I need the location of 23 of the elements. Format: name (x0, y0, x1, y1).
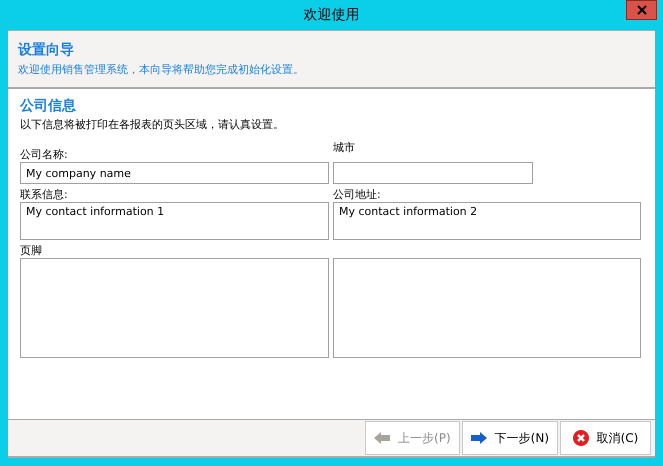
field-label: 城市 (333, 140, 356, 156)
section-title: 公司信息 (20, 97, 77, 115)
contact-field[interactable]: My contact information 1 (20, 202, 329, 240)
field-label: 公司地址: (333, 187, 382, 202)
window-title: 欢迎使用 (304, 6, 360, 24)
field-label: 公司名称: (20, 147, 69, 162)
footer-field[interactable] (333, 258, 641, 358)
city-field[interactable] (333, 162, 533, 184)
field-label: 联系信息: (20, 187, 69, 202)
next-button[interactable]: 下一步(N) (462, 421, 558, 455)
section-description: 以下信息将被打印在各报表的页头区域，请认真设置。 (20, 117, 285, 132)
right-arrow-icon (470, 432, 487, 444)
cancel-icon (572, 430, 589, 446)
wizard-subtitle: 欢迎使用销售管理系统，本向导将帮助您完成初始化设置。 (18, 62, 305, 77)
field-label: 页脚 (20, 243, 43, 258)
footer-field[interactable] (20, 258, 329, 358)
close-button[interactable] (626, 0, 657, 20)
close-icon (636, 5, 646, 15)
cancel-button[interactable]: 取消(C) (560, 421, 651, 455)
wizard-title: 设置向导 (18, 41, 75, 59)
left-arrow-icon (374, 432, 390, 444)
company-name-field[interactable]: My company name (20, 162, 329, 184)
address-field[interactable]: My contact information 2 (333, 202, 641, 240)
